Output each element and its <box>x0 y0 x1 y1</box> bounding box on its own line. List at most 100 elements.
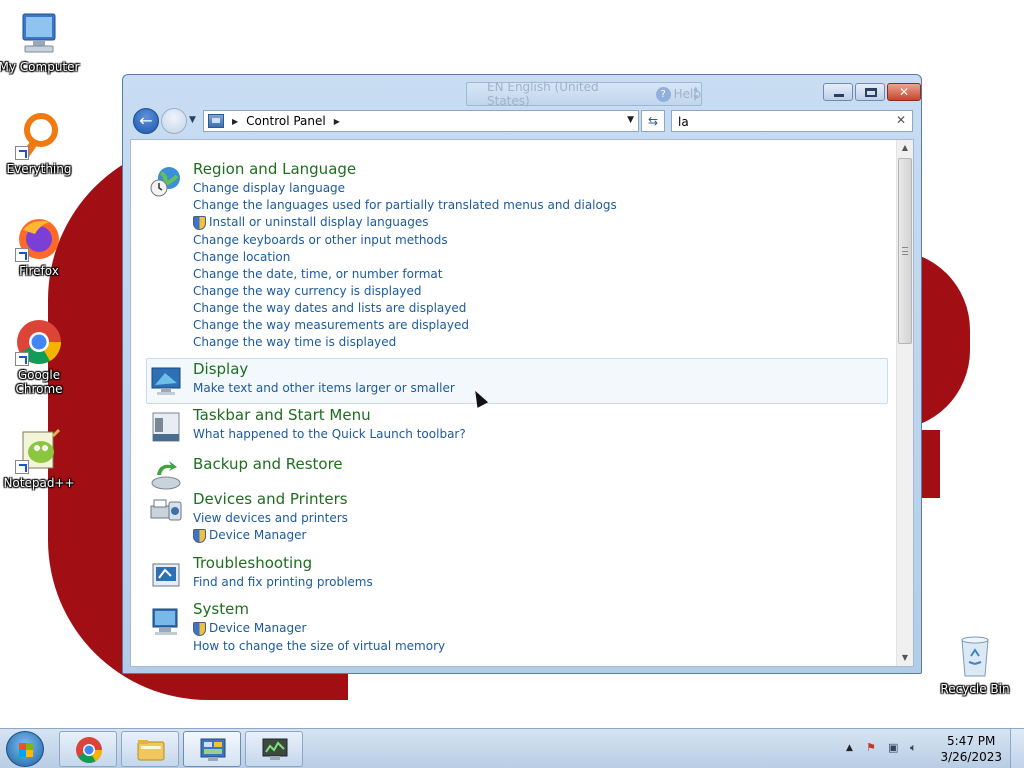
task-link[interactable]: How to change the size of virtual memory <box>193 639 445 653</box>
desktop-icon-firefox[interactable]: Firefox <box>0 214 81 278</box>
show-desktop-button[interactable] <box>1010 729 1024 768</box>
vertical-scrollbar[interactable]: ▲ ▼ <box>896 140 913 666</box>
group-title[interactable]: Devices and Printers <box>193 490 348 508</box>
notepad-plus-plus-icon <box>15 426 63 474</box>
taskbar-explorer-button[interactable] <box>121 731 179 767</box>
group-display[interactable]: Display Make text and other items larger… <box>146 358 888 404</box>
group-title[interactable]: Taskbar and Start Menu <box>193 406 371 424</box>
taskbar-settings-icon <box>149 410 183 444</box>
scroll-down-icon[interactable]: ▼ <box>897 650 913 666</box>
grip-icon <box>902 247 908 255</box>
clock-date: 3/26/2023 <box>940 750 1002 764</box>
address-bar[interactable]: ▶ Control Panel ▶ ▼ <box>203 110 639 132</box>
monitor-icon <box>262 738 288 760</box>
group-title[interactable]: System <box>193 600 249 618</box>
navigation-bar: ← ▼ ▶ Control Panel ▶ ▼ ⇆ ✕ <box>131 105 915 135</box>
system-tray: ▲ ⚑ ▣ 🔈︎ 5:47 PM 3/26/2023 <box>844 729 1024 768</box>
display-monitor-icon <box>149 363 183 397</box>
control-panel-window[interactable]: EN English (United States) ? Help ▴ ▾ ✕ ←… <box>122 74 922 674</box>
task-link[interactable]: Change display language <box>193 181 345 195</box>
computer-icon <box>15 10 63 58</box>
system-computer-icon <box>149 604 183 638</box>
uac-shield-icon <box>193 622 206 636</box>
task-link[interactable]: Make text and other items larger or smal… <box>193 381 455 395</box>
help-icon[interactable]: ? <box>655 86 671 102</box>
desktop-icon-everything[interactable]: Everything <box>0 112 81 176</box>
show-hidden-icons-icon[interactable]: ▲ <box>846 743 853 753</box>
maximize-button[interactable] <box>855 83 885 101</box>
breadcrumb-arrow-icon[interactable]: ▶ <box>334 117 340 126</box>
troubleshooting-icon <box>149 558 183 592</box>
task-link[interactable]: Change the languages used for partially … <box>193 198 617 212</box>
group-region-and-language: Region and Language Change display langu… <box>147 160 889 352</box>
task-link[interactable]: Change location <box>193 250 290 264</box>
firefox-icon <box>15 214 63 262</box>
group-system: System Device Manager How to change the … <box>147 600 889 658</box>
shortcut-arrow-icon <box>15 146 29 160</box>
language-bar[interactable]: EN English (United States) ? Help ▴ ▾ <box>466 80 702 108</box>
group-title[interactable]: Region and Language <box>193 160 356 178</box>
group-title[interactable]: Backup and Restore <box>193 455 343 473</box>
taskbar-control-panel-button[interactable] <box>183 731 241 767</box>
recent-pages-icon[interactable]: ▼ <box>189 115 196 125</box>
task-link[interactable]: Change keyboards or other input methods <box>193 233 448 247</box>
group-taskbar-and-start-menu: Taskbar and Start Menu What happened to … <box>147 406 889 446</box>
window-controls: ✕ <box>823 83 921 101</box>
breadcrumb-arrow-icon[interactable]: ▶ <box>232 117 238 126</box>
desktop-icon-notepad-plus-plus[interactable]: Notepad++ <box>0 426 81 490</box>
task-link[interactable]: Change the date, time, or number format <box>193 267 442 281</box>
task-link[interactable]: Device Manager <box>193 528 306 543</box>
language-bar-options-icon[interactable]: ▴ ▾ <box>693 85 698 103</box>
shortcut-arrow-icon <box>15 460 29 474</box>
minimize-icon <box>834 94 844 97</box>
clock[interactable]: 5:47 PM 3/26/2023 <box>940 733 1002 765</box>
group-title[interactable]: Troubleshooting <box>193 554 312 572</box>
folder-icon <box>137 740 165 761</box>
recycle-bin-icon <box>951 632 999 680</box>
minimize-button[interactable] <box>823 83 853 101</box>
results-pane[interactable]: Region and Language Change display langu… <box>130 139 914 667</box>
search-input[interactable] <box>678 112 878 132</box>
task-link[interactable]: Install or uninstall display languages <box>193 215 429 230</box>
action-center-flag-icon[interactable]: ⚑ <box>866 741 876 754</box>
volume-muted-icon[interactable]: 🔈︎ <box>910 741 917 755</box>
group-devices-and-printers: Devices and Printers View devices and pr… <box>147 490 889 546</box>
address-dropdown-icon[interactable]: ▼ <box>627 115 634 125</box>
shortcut-arrow-icon <box>15 352 29 366</box>
backup-restore-icon <box>149 459 183 493</box>
control-panel-icon <box>208 114 224 128</box>
desktop-icon-google-chrome[interactable]: Google Chrome <box>0 318 81 396</box>
task-link[interactable]: Device Manager <box>193 621 306 636</box>
task-link[interactable]: Find and fix printing problems <box>193 575 373 589</box>
taskbar-app-button[interactable] <box>245 731 303 767</box>
task-link[interactable]: View devices and printers <box>193 511 348 525</box>
title-bar[interactable]: EN English (United States) ? Help ▴ ▾ ✕ <box>123 75 921 108</box>
task-link[interactable]: Change the way time is displayed <box>193 335 396 349</box>
globe-clock-icon <box>149 164 183 198</box>
network-icon[interactable]: ▣ <box>888 741 898 754</box>
scroll-up-icon[interactable]: ▲ <box>897 140 913 156</box>
desktop-icon-recycle-bin[interactable]: Recycle Bin <box>933 632 1017 696</box>
shortcut-arrow-icon <box>15 248 29 262</box>
start-button[interactable] <box>6 731 44 767</box>
breadcrumb-control-panel[interactable]: Control Panel <box>246 114 326 128</box>
scrollbar-thumb[interactable] <box>898 158 912 344</box>
search-box[interactable]: ✕ <box>671 110 913 132</box>
chrome-icon <box>15 318 63 366</box>
task-link[interactable]: What happened to the Quick Launch toolba… <box>193 427 466 441</box>
uac-shield-icon <box>193 529 206 543</box>
maximize-icon <box>865 88 877 97</box>
task-link[interactable]: Change the way dates and lists are displ… <box>193 301 466 315</box>
back-button[interactable]: ← <box>133 108 159 134</box>
forward-button[interactable] <box>161 108 187 134</box>
close-button[interactable]: ✕ <box>887 83 921 101</box>
close-icon: ✕ <box>898 85 910 99</box>
language-indicator[interactable]: EN English (United States) <box>487 80 644 108</box>
task-link[interactable]: Change the way measurements are displaye… <box>193 318 469 332</box>
group-title[interactable]: Display <box>193 360 248 378</box>
clear-search-icon[interactable]: ✕ <box>896 113 906 127</box>
taskbar-chrome-button[interactable] <box>59 731 117 767</box>
refresh-button[interactable]: ⇆ <box>641 110 665 132</box>
desktop-icon-my-computer[interactable]: My Computer <box>0 10 81 74</box>
task-link[interactable]: Change the way currency is displayed <box>193 284 421 298</box>
